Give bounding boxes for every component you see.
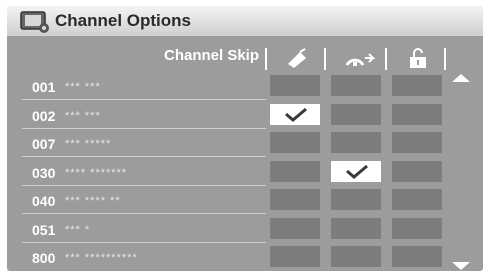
channel-name: *** *** bbox=[65, 81, 101, 93]
option-checkbox[interactable] bbox=[270, 132, 320, 153]
option-checkbox[interactable] bbox=[270, 160, 320, 182]
option-checkbox[interactable] bbox=[270, 103, 320, 125]
separator bbox=[444, 48, 446, 70]
option-checkbox[interactable] bbox=[392, 160, 442, 182]
option-checkbox[interactable] bbox=[270, 217, 320, 239]
row-divider bbox=[22, 241, 266, 243]
channel-name: *** ********** bbox=[65, 252, 138, 264]
page-title: Channel Options bbox=[55, 11, 191, 30]
scroll-down-icon[interactable] bbox=[452, 262, 470, 270]
option-checkbox[interactable] bbox=[392, 132, 442, 153]
channel-name: *** * bbox=[65, 223, 91, 236]
option-checkbox[interactable] bbox=[270, 246, 320, 267]
tv-settings-icon bbox=[20, 11, 49, 33]
row-divider bbox=[22, 127, 266, 129]
channel-number: 007 bbox=[32, 136, 56, 152]
option-checkbox[interactable] bbox=[331, 189, 381, 210]
channel-number: 001 bbox=[32, 79, 56, 95]
channel-name: *** **** ** bbox=[65, 195, 121, 207]
channel-number: 040 bbox=[32, 193, 56, 209]
separator bbox=[385, 48, 387, 70]
option-checkbox[interactable] bbox=[392, 189, 442, 210]
channel-name: *** *** bbox=[65, 109, 101, 122]
checkmark-icon bbox=[346, 164, 368, 179]
row-divider bbox=[22, 156, 266, 157]
channel-name: *** ***** bbox=[65, 138, 112, 150]
option-checkbox[interactable] bbox=[392, 75, 442, 96]
channel-name: **** ******* bbox=[65, 166, 128, 179]
channel-number: 051 bbox=[32, 221, 56, 238]
row-divider bbox=[22, 99, 266, 100]
option-checkbox[interactable] bbox=[331, 103, 381, 125]
title-bar: Channel Options bbox=[7, 6, 483, 36]
channel-number: 800 bbox=[32, 250, 56, 266]
separator bbox=[324, 48, 326, 70]
option-checkbox[interactable] bbox=[331, 75, 381, 96]
option-checkbox[interactable] bbox=[270, 189, 320, 210]
checkmark-icon bbox=[285, 107, 307, 122]
channel-skip-label: Channel Skip bbox=[164, 47, 260, 64]
option-checkbox[interactable] bbox=[331, 217, 381, 239]
option-checkbox[interactable] bbox=[331, 246, 381, 267]
row-divider bbox=[22, 213, 266, 214]
option-checkbox[interactable] bbox=[392, 103, 442, 125]
channel-number: 002 bbox=[32, 107, 56, 124]
option-checkbox[interactable] bbox=[392, 217, 442, 239]
row-divider bbox=[22, 184, 266, 186]
option-checkbox[interactable] bbox=[270, 75, 320, 96]
antenna-off-icon bbox=[288, 48, 306, 68]
separator bbox=[265, 48, 267, 70]
option-checkbox[interactable] bbox=[331, 132, 381, 153]
unlock-icon bbox=[410, 48, 426, 68]
channel-number: 030 bbox=[32, 164, 56, 181]
option-checkbox[interactable] bbox=[331, 160, 381, 182]
scroll-up-icon[interactable] bbox=[452, 74, 470, 82]
favorite-arc-icon bbox=[345, 53, 376, 66]
option-checkbox[interactable] bbox=[392, 246, 442, 267]
